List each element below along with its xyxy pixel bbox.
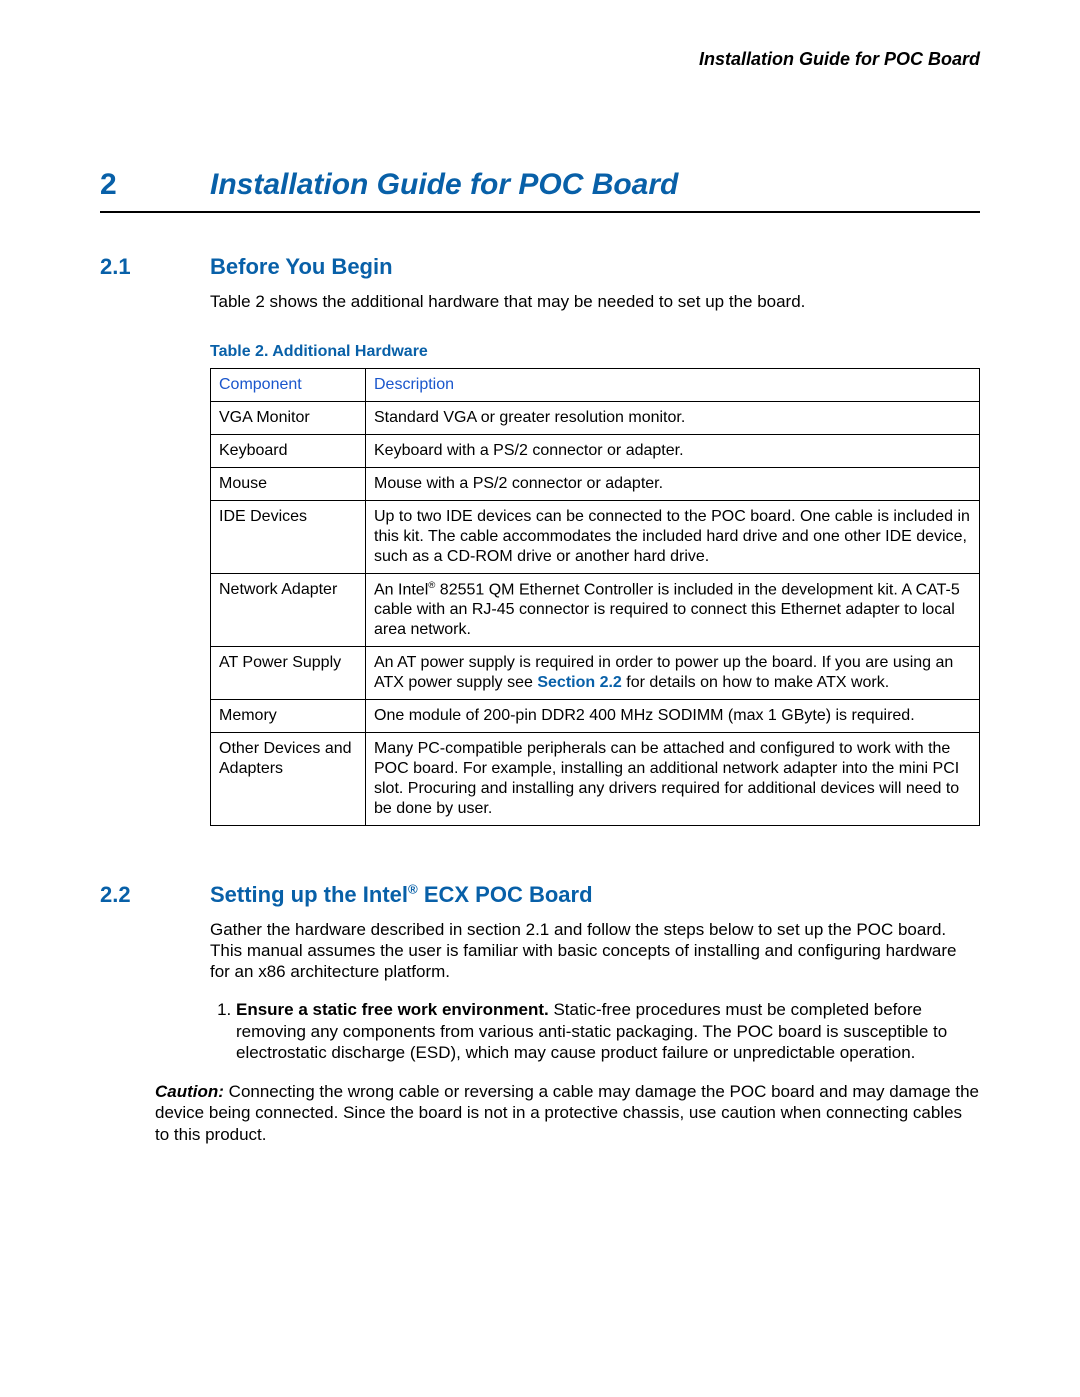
table-caption: Table 2. Additional Hardware [210, 342, 980, 362]
table-row: VGA Monitor Standard VGA or greater reso… [211, 401, 980, 434]
table-row: Network Adapter An Intel® 82551 QM Ether… [211, 573, 980, 646]
table-row: Memory One module of 200-pin DDR2 400 MH… [211, 700, 980, 733]
table-row: IDE Devices Up to two IDE devices can be… [211, 500, 980, 573]
text: for details on how to make ATX work. [622, 674, 889, 691]
cell-description: One module of 200-pin DDR2 400 MHz SODIM… [366, 700, 980, 733]
cell-component: Keyboard [211, 434, 366, 467]
table-row: Other Devices and Adapters Many PC-compa… [211, 733, 980, 826]
cell-description: Standard VGA or greater resolution monit… [366, 401, 980, 434]
cell-component: IDE Devices [211, 500, 366, 573]
section-2-2-heading: 2.2 Setting up the Intel® ECX POC Board [100, 881, 980, 909]
cell-description: Mouse with a PS/2 connector or adapter. [366, 467, 980, 500]
setup-steps: Ensure a static free work environment. S… [210, 999, 980, 1063]
cell-description: An Intel® 82551 QM Ethernet Controller i… [366, 573, 980, 646]
col-component: Component [211, 368, 366, 401]
section-number: 2.1 [100, 253, 210, 281]
table-header-row: Component Description [211, 368, 980, 401]
cell-component: Mouse [211, 467, 366, 500]
cell-component: Memory [211, 700, 366, 733]
section-number: 2.2 [100, 881, 210, 909]
text: 82551 QM Ethernet Controller is included… [374, 581, 960, 638]
section-2-1-heading: 2.1 Before You Begin [100, 253, 980, 281]
section-title: Before You Begin [210, 253, 393, 281]
col-description: Description [366, 368, 980, 401]
caution-text: Connecting the wrong cable or reversing … [155, 1082, 979, 1144]
cell-component: AT Power Supply [211, 647, 366, 700]
text: An Intel [374, 581, 428, 598]
chapter-title: Installation Guide for POC Board [210, 166, 678, 204]
step-bold: Ensure a static free work environment. [236, 1000, 549, 1019]
cell-description: Up to two IDE devices can be connected t… [366, 500, 980, 573]
registered-icon: ® [408, 882, 418, 897]
chapter-number: 2 [100, 166, 210, 204]
text: Setting up the Intel [210, 882, 408, 907]
section-2-1-intro: Table 2 shows the additional hardware th… [210, 291, 980, 312]
cell-description: An AT power supply is required in order … [366, 647, 980, 700]
cell-description: Keyboard with a PS/2 connector or adapte… [366, 434, 980, 467]
list-item: Ensure a static free work environment. S… [236, 999, 980, 1063]
cell-component: Network Adapter [211, 573, 366, 646]
table-row: AT Power Supply An AT power supply is re… [211, 647, 980, 700]
section-title: Setting up the Intel® ECX POC Board [210, 881, 593, 909]
section-2-2-intro: Gather the hardware described in section… [210, 919, 980, 983]
table-row: Keyboard Keyboard with a PS/2 connector … [211, 434, 980, 467]
chapter-heading: 2 Installation Guide for POC Board [100, 166, 980, 214]
additional-hardware-table: Component Description VGA Monitor Standa… [210, 368, 980, 826]
caution-note: Caution: Connecting the wrong cable or r… [155, 1081, 980, 1145]
section-ref-link[interactable]: Section 2.2 [537, 674, 621, 691]
cell-component: VGA Monitor [211, 401, 366, 434]
cell-description: Many PC-compatible peripherals can be at… [366, 733, 980, 826]
caution-label: Caution: [155, 1082, 224, 1101]
cell-component: Other Devices and Adapters [211, 733, 366, 826]
text: ECX POC Board [418, 882, 593, 907]
running-header: Installation Guide for POC Board [100, 48, 980, 71]
table-row: Mouse Mouse with a PS/2 connector or ada… [211, 467, 980, 500]
